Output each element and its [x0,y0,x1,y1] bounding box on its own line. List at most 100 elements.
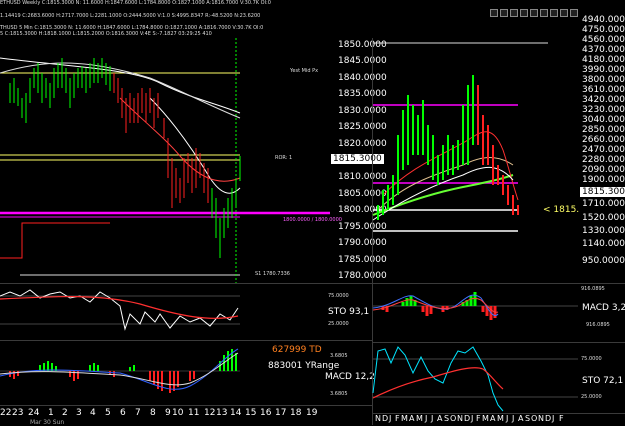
right-x-4: M [401,414,408,423]
right-sto-panel[interactable]: 75.0000 STO 72,1 25.0000 [372,343,625,413]
left-sto-svg [0,289,240,331]
weekly-header: ETHUSD Weekly C:1815.3000 N: 11.6000 H:1… [0,0,271,6]
left-sto-tick-75: 75.0000 [328,293,349,299]
right-macd-svg [372,292,578,320]
left-x-9: 7 [135,408,141,418]
right-x-13: D [464,414,471,423]
right-tick-21: 950.0000 [582,256,625,266]
right-x-9: A [437,414,443,423]
ma-white-1 [0,57,241,114]
annot-s1: S1 1780.7336 [255,271,290,277]
left-x-17: 15 [245,408,257,418]
sto-red-line [0,295,239,319]
right-sto-tick-75: 75.0000 [581,356,602,362]
right-tick-13: 2470.0000 [582,145,625,155]
right-tick-8: 3420.0000 [582,95,625,105]
right-x-3: F [395,414,400,423]
right-x-18: M [497,414,504,423]
right-tick-9: 3230.0000 [582,105,625,115]
left-price-axis: 1850.0000 1845.0000 1840.0000 1835.0000 … [330,38,387,283]
left-x-7: 5 [105,408,111,418]
right-sto-cyan [372,346,504,412]
macd-hist-green [39,349,237,371]
left-macd-tick-2: 3.6805 [330,391,348,397]
right-x-8: J [431,414,434,423]
right-x-16: M [482,414,489,423]
right-x-axis: N D J F M A M J J A S O N D J F M A M J … [375,414,580,425]
left-x-10: 8 [150,408,156,418]
right-x-20: J [512,414,515,423]
right-x-24: N [538,414,544,423]
left-x-20: 18 [290,408,302,418]
right-price-panel[interactable] [372,15,578,283]
right-sto-tick-25: 25.0000 [581,394,602,400]
right-price-axis: 4940.0000 4750.0000 4560.0000 4370.0000 … [580,15,625,283]
right-tick-10: 3040.0000 [582,115,625,125]
left-macd-panel[interactable]: 627999 TD 883001 YRange 3.6805 MACD 12,2… [0,341,375,405]
left-price-panel[interactable]: Yest Mid Px ROR: 1 1800.0000 / 1800.0000… [0,38,342,283]
right-macd-panel[interactable]: 916.0895 MACD 3,26 916.0895 [372,284,625,342]
right-x-15: F [476,414,481,423]
left-sto-label: STO 93,1 [328,307,370,317]
right-tick-16: 1900.0000 [582,175,625,185]
right-tick-12: 2660.0000 [582,135,625,145]
left-x-16: 14 [230,408,242,418]
right-x-0: N [375,414,381,423]
right-x-12: N [457,414,463,423]
right-x-17: A [490,414,496,423]
left-macd-tick-1: 3.6805 [330,353,348,359]
right-x-1: D [382,414,389,423]
right-candles-green [377,75,474,220]
left-x-21: 19 [306,408,318,418]
right-sto-red [372,367,504,399]
yrange-text: 883001 YRange [268,361,340,371]
left-x-1: 23 [12,408,24,418]
right-x-26: J [552,414,555,423]
macd-blue-line [0,348,239,390]
right-tick-2: 4560.0000 [582,35,625,45]
annot-ror: ROR: 1 [275,155,293,161]
right-x-6: M [416,414,423,423]
right-macd-value: 3,26 [611,303,625,313]
annot-yest-mid: Yest Mid Px [290,68,319,74]
left-x-3: 1 [48,408,54,418]
left-x-5: 3 [76,408,82,418]
right-macd-red [372,297,499,313]
left-x-4: 2 [62,408,68,418]
candle-cluster-3 [113,73,159,133]
right-tick-1: 4750.0000 [582,25,625,35]
right-tick-6: 3800.0000 [582,75,625,85]
right-x-11: O [450,414,457,423]
right-x-22: S [525,414,531,423]
right-tick-20: 1140.0000 [582,239,625,249]
left-x-18: 16 [260,408,272,418]
left-x-8: 6 [120,408,126,418]
right-current-price: 1815.3000 [580,187,625,197]
weekly-sub-header: 1.14419 C:2683.6000 H:2717.7000 L:2281.1… [0,13,261,19]
right-x-27: F [559,414,564,423]
left-x-14: 12 [204,408,216,418]
candles [9,58,241,258]
right-x-10: S [444,414,450,423]
m5-sub-header: 5 C:1815.3000 H:1818.1000 L:1815.2000 O:… [0,31,212,37]
right-x-25: D [545,414,552,423]
right-macd-tick-1: 916.0895 [581,286,605,292]
right-current-marker: < 1815. [543,205,580,215]
left-x-15: 13 [216,408,228,418]
right-price-svg [372,42,548,232]
right-tick-7: 3610.0000 [582,85,625,95]
td-text: 627999 TD [272,345,322,355]
left-sep-3 [0,405,372,406]
right-tick-19: 1330.0000 [582,226,625,236]
left-macd-label: MACD 12,2 [325,372,375,382]
right-tick-0: 4940.0000 [582,15,625,25]
left-sto-panel[interactable]: 75.0000 25.0000 STO 93,1 [0,284,369,340]
left-x-2: 24 [28,408,40,418]
right-x-14: J [471,414,474,423]
right-tick-17: 1710.0000 [582,199,625,209]
left-sto-tick-25: 25.0000 [328,321,349,327]
right-tick-3: 4370.0000 [582,45,625,55]
right-x-23: O [531,414,538,423]
right-tick-4: 4180.0000 [582,55,625,65]
left-x-13: 11 [188,408,200,418]
